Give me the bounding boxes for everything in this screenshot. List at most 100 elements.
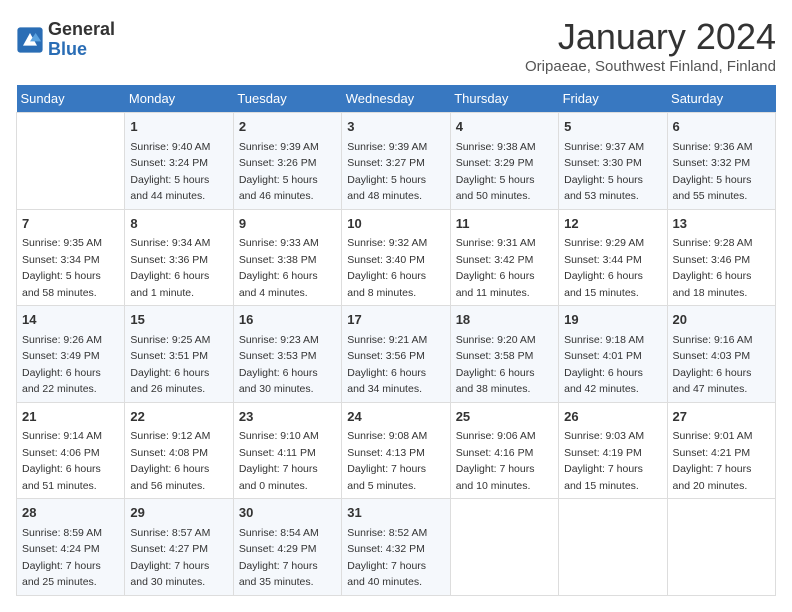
calendar-cell: 24 Sunrise: 9:08 AMSunset: 4:13 PMDayligh… [342,402,450,499]
day-info: Sunrise: 9:38 AMSunset: 3:29 PMDaylight:… [456,141,536,203]
calendar-cell: 19Sunrise: 9:18 AMSunset: 4:01 PMDayligh… [559,306,667,403]
day-info: Sunrise: 9:01 AMSunset: 4:21 PMDaylight:… [673,430,753,492]
day-info: Sunrise: 9:34 AMSunset: 3:36 PMDaylight:… [130,237,210,299]
logo-icon [16,26,44,54]
calendar-week-0: 1 Sunrise: 9:40 AMSunset: 3:24 PMDaylight… [17,113,776,210]
header-thursday: Thursday [450,85,558,113]
day-info: Sunrise: 8:59 AMSunset: 4:24 PMDaylight:… [22,527,102,589]
day-info: Sunrise: 9:08 AMSunset: 4:13 PMDaylight:… [347,430,427,492]
day-info: Sunrise: 9:14 AMSunset: 4:06 PMDaylight:… [22,430,102,492]
calendar-cell: 31 Sunrise: 8:52 AMSunset: 4:32 PMDayligh… [342,499,450,596]
day-info: Sunrise: 9:12 AMSunset: 4:08 PMDaylight:… [130,430,210,492]
day-number: 26 [564,407,661,427]
day-info: Sunrise: 9:28 AMSunset: 3:46 PMDaylight:… [673,237,753,299]
logo-general: General [48,20,115,40]
header-saturday: Saturday [667,85,775,113]
calendar-cell: 13 Sunrise: 9:28 AMSunset: 3:46 PMDayligh… [667,209,775,306]
day-info: Sunrise: 8:54 AMSunset: 4:29 PMDaylight:… [239,527,319,589]
day-number: 17 [347,310,444,330]
day-number: 2 [239,117,336,137]
day-number: 24 [347,407,444,427]
logo-blue: Blue [48,40,115,60]
day-number: 12 [564,214,661,234]
calendar-table: Sunday Monday Tuesday Wednesday Thursday… [16,85,776,596]
day-number: 21 [22,407,119,427]
calendar-cell: 30 Sunrise: 8:54 AMSunset: 4:29 PMDayligh… [233,499,341,596]
title-block: January 2024 Oripaeae, Southwest Finland… [525,16,776,75]
day-info: Sunrise: 9:25 AMSunset: 3:51 PMDaylight:… [130,334,210,396]
calendar-cell: 1 Sunrise: 9:40 AMSunset: 3:24 PMDaylight… [125,113,233,210]
logo-text: General Blue [48,20,115,60]
day-number: 1 [130,117,227,137]
logo: General Blue [16,20,115,60]
day-number: 30 [239,503,336,523]
day-number: 22 [130,407,227,427]
calendar-cell: 6 Sunrise: 9:36 AMSunset: 3:32 PMDaylight… [667,113,775,210]
calendar-cell: 4Sunrise: 9:38 AMSunset: 3:29 PMDaylight… [450,113,558,210]
calendar-week-1: 7 Sunrise: 9:35 AMSunset: 3:34 PMDaylight… [17,209,776,306]
calendar-cell [450,499,558,596]
calendar-cell: 9 Sunrise: 9:33 AMSunset: 3:38 PMDaylight… [233,209,341,306]
day-number: 7 [22,214,119,234]
header-wednesday: Wednesday [342,85,450,113]
day-number: 31 [347,503,444,523]
calendar-cell: 23Sunrise: 9:10 AMSunset: 4:11 PMDayligh… [233,402,341,499]
day-info: Sunrise: 8:52 AMSunset: 4:32 PMDaylight:… [347,527,427,589]
day-number: 19 [564,310,661,330]
day-number: 18 [456,310,553,330]
day-number: 8 [130,214,227,234]
calendar-cell: 12 Sunrise: 9:29 AMSunset: 3:44 PMDayligh… [559,209,667,306]
day-info: Sunrise: 9:31 AMSunset: 3:42 PMDaylight:… [456,237,536,299]
day-number: 23 [239,407,336,427]
header-monday: Monday [125,85,233,113]
calendar-cell: 16 Sunrise: 9:23 AMSunset: 3:53 PMDayligh… [233,306,341,403]
day-info: Sunrise: 9:20 AMSunset: 3:58 PMDaylight:… [456,334,536,396]
day-number: 16 [239,310,336,330]
calendar-cell: 26 Sunrise: 9:03 AMSunset: 4:19 PMDayligh… [559,402,667,499]
day-number: 10 [347,214,444,234]
day-number: 5 [564,117,661,137]
calendar-cell [667,499,775,596]
calendar-cell [559,499,667,596]
day-info: Sunrise: 9:40 AMSunset: 3:24 PMDaylight:… [130,141,210,203]
day-info: Sunrise: 8:57 AMSunset: 4:27 PMDaylight:… [130,527,210,589]
day-info: Sunrise: 9:36 AMSunset: 3:32 PMDaylight:… [673,141,753,203]
day-info: Sunrise: 9:33 AMSunset: 3:38 PMDaylight:… [239,237,319,299]
day-number: 27 [673,407,770,427]
calendar-cell: 8 Sunrise: 9:34 AMSunset: 3:36 PMDaylight… [125,209,233,306]
header-sunday: Sunday [17,85,125,113]
calendar-cell: 28 Sunrise: 8:59 AMSunset: 4:24 PMDayligh… [17,499,125,596]
month-title: January 2024 [525,16,776,58]
calendar-cell: 14Sunrise: 9:26 AMSunset: 3:49 PMDayligh… [17,306,125,403]
day-number: 15 [130,310,227,330]
day-info: Sunrise: 9:21 AMSunset: 3:56 PMDaylight:… [347,334,427,396]
day-info: Sunrise: 9:35 AMSunset: 3:34 PMDaylight:… [22,237,102,299]
day-number: 20 [673,310,770,330]
page-header: General Blue January 2024 Oripaeae, Sout… [16,16,776,75]
day-number: 11 [456,214,553,234]
day-number: 28 [22,503,119,523]
day-info: Sunrise: 9:23 AMSunset: 3:53 PMDaylight:… [239,334,319,396]
calendar-week-2: 14Sunrise: 9:26 AMSunset: 3:49 PMDayligh… [17,306,776,403]
day-info: Sunrise: 9:16 AMSunset: 4:03 PMDaylight:… [673,334,753,396]
calendar-cell: 21 Sunrise: 9:14 AMSunset: 4:06 PMDayligh… [17,402,125,499]
day-number: 6 [673,117,770,137]
day-info: Sunrise: 9:32 AMSunset: 3:40 PMDaylight:… [347,237,427,299]
day-info: Sunrise: 9:03 AMSunset: 4:19 PMDaylight:… [564,430,644,492]
calendar-cell: 25Sunrise: 9:06 AMSunset: 4:16 PMDayligh… [450,402,558,499]
calendar-cell: 11 Sunrise: 9:31 AMSunset: 3:42 PMDayligh… [450,209,558,306]
day-number: 9 [239,214,336,234]
calendar-cell: 7 Sunrise: 9:35 AMSunset: 3:34 PMDaylight… [17,209,125,306]
day-number: 14 [22,310,119,330]
day-info: Sunrise: 9:37 AMSunset: 3:30 PMDaylight:… [564,141,644,203]
location-subtitle: Oripaeae, Southwest Finland, Finland [525,58,776,75]
day-info: Sunrise: 9:29 AMSunset: 3:44 PMDaylight:… [564,237,644,299]
calendar-week-3: 21 Sunrise: 9:14 AMSunset: 4:06 PMDayligh… [17,402,776,499]
header-row: Sunday Monday Tuesday Wednesday Thursday… [17,85,776,113]
calendar-week-4: 28 Sunrise: 8:59 AMSunset: 4:24 PMDayligh… [17,499,776,596]
day-number: 25 [456,407,553,427]
day-number: 3 [347,117,444,137]
calendar-cell: 29 Sunrise: 8:57 AMSunset: 4:27 PMDayligh… [125,499,233,596]
day-number: 13 [673,214,770,234]
day-number: 29 [130,503,227,523]
